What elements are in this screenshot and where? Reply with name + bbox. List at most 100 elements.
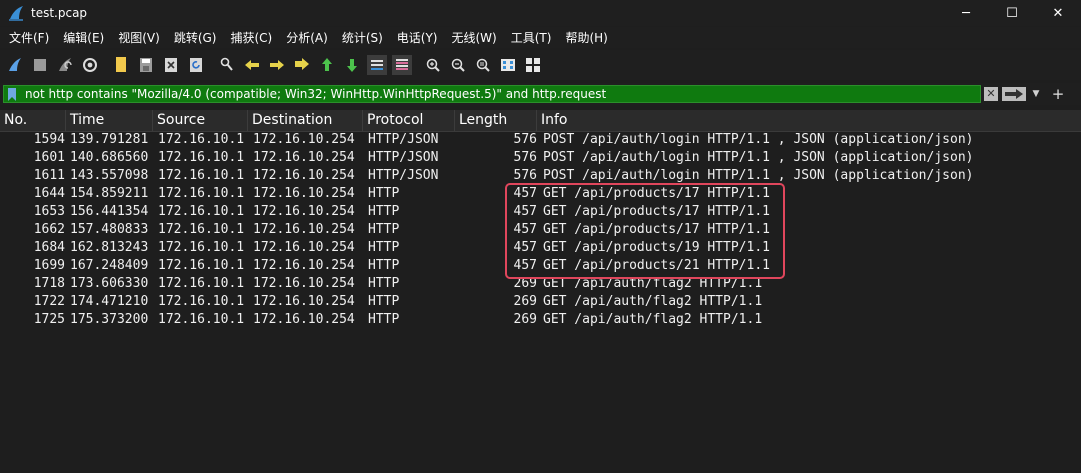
menu-capture[interactable]: 捕获(C) <box>221 29 277 46</box>
cell-destination: 172.16.10.254 <box>253 312 355 327</box>
cell-info: POST /api/auth/login HTTP/1.1 , JSON (ap… <box>543 132 974 147</box>
cell-length: 576 <box>513 132 537 147</box>
cell-time: 154.859211 <box>70 186 149 201</box>
cell-length: 457 <box>513 204 537 219</box>
go-to-packet-icon[interactable] <box>292 55 312 75</box>
cell-time: 139.791281 <box>70 132 149 147</box>
save-file-icon[interactable] <box>136 55 156 75</box>
filter-history-dropdown[interactable]: ▼ <box>1030 88 1042 100</box>
main-toolbar <box>0 50 1081 80</box>
column-header-destination[interactable]: Destination <box>248 110 363 131</box>
resize-columns-icon[interactable] <box>498 55 518 75</box>
table-row[interactable]: 1718 173.606330 172.16.10.1 172.16.10.25… <box>0 275 1081 293</box>
add-filter-button[interactable]: + <box>1049 85 1067 103</box>
cell-info: POST /api/auth/login HTTP/1.1 , JSON (ap… <box>543 150 974 165</box>
menu-bar: 文件(F) 编辑(E) 视图(V) 跳转(G) 捕获(C) 分析(A) 统计(S… <box>0 27 1081 48</box>
go-back-icon[interactable] <box>242 55 262 75</box>
column-header-length[interactable]: Length <box>455 110 537 131</box>
zoom-in-icon[interactable] <box>423 55 443 75</box>
table-row[interactable]: 1601 140.686560 172.16.10.1 172.16.10.25… <box>0 149 1081 167</box>
cell-no: 1601 <box>33 150 65 165</box>
cell-info: GET /api/products/19 HTTP/1.1 <box>543 240 770 255</box>
zoom-out-icon[interactable] <box>448 55 468 75</box>
arrow-right-icon <box>1005 89 1023 99</box>
title-bar: test.pcap ─ ☐ ✕ <box>0 0 1081 26</box>
cell-time: 143.557098 <box>70 168 149 183</box>
cell-length: 269 <box>513 294 537 309</box>
table-row[interactable]: 1684 162.813243 172.16.10.1 172.16.10.25… <box>0 239 1081 257</box>
cell-time: 140.686560 <box>70 150 149 165</box>
cell-destination: 172.16.10.254 <box>253 150 355 165</box>
cell-time: 156.441354 <box>70 204 149 219</box>
column-header-protocol[interactable]: Protocol <box>363 110 455 131</box>
go-forward-icon[interactable] <box>267 55 287 75</box>
cell-info: GET /api/auth/flag2 HTTP/1.1 <box>543 294 763 309</box>
reload-file-icon[interactable] <box>186 55 206 75</box>
layout-grid-icon[interactable] <box>523 55 543 75</box>
display-filter-input[interactable]: not http contains "Mozilla/4.0 (compatib… <box>3 85 981 103</box>
cell-source: 172.16.10.1 <box>158 240 245 255</box>
stop-capture-icon[interactable] <box>30 55 50 75</box>
capture-options-icon[interactable] <box>80 55 100 75</box>
table-row[interactable]: 1699 167.248409 172.16.10.1 172.16.10.25… <box>0 257 1081 275</box>
close-file-icon[interactable] <box>161 55 181 75</box>
table-row[interactable]: 1725 175.373200 172.16.10.1 172.16.10.25… <box>0 311 1081 329</box>
menu-go[interactable]: 跳转(G) <box>165 29 222 46</box>
cell-protocol: HTTP <box>368 294 400 309</box>
table-row[interactable]: 1594 139.791281 172.16.10.1 172.16.10.25… <box>0 131 1081 149</box>
cell-source: 172.16.10.1 <box>158 294 245 309</box>
clear-filter-button[interactable]: ✕ <box>984 87 998 101</box>
minimize-button[interactable]: ─ <box>943 0 989 26</box>
cell-length: 269 <box>513 276 537 291</box>
menu-telephony[interactable]: 电话(Y) <box>388 29 443 46</box>
bookmark-icon[interactable] <box>7 88 17 101</box>
cell-no: 1722 <box>33 294 65 309</box>
cell-source: 172.16.10.1 <box>158 312 245 327</box>
menu-file[interactable]: 文件(F) <box>0 29 54 46</box>
cell-destination: 172.16.10.254 <box>253 258 355 273</box>
cell-destination: 172.16.10.254 <box>253 240 355 255</box>
table-row[interactable]: 1662 157.480833 172.16.10.1 172.16.10.25… <box>0 221 1081 239</box>
go-first-icon[interactable] <box>317 55 337 75</box>
cell-length: 457 <box>513 240 537 255</box>
menu-tools[interactable]: 工具(T) <box>502 29 557 46</box>
start-capture-icon[interactable] <box>5 55 25 75</box>
cell-destination: 172.16.10.254 <box>253 186 355 201</box>
apply-filter-button[interactable] <box>1002 87 1026 101</box>
menu-view[interactable]: 视图(V) <box>109 29 165 46</box>
cell-destination: 172.16.10.254 <box>253 294 355 309</box>
cell-destination: 172.16.10.254 <box>253 204 355 219</box>
cell-length: 457 <box>513 258 537 273</box>
open-file-icon[interactable] <box>111 55 131 75</box>
cell-source: 172.16.10.1 <box>158 132 245 147</box>
packet-list-header: No. Time Source Destination Protocol Len… <box>0 110 1081 132</box>
column-header-no[interactable]: No. <box>0 110 66 131</box>
menu-help[interactable]: 帮助(H) <box>556 29 612 46</box>
auto-scroll-icon[interactable] <box>367 55 387 75</box>
cell-no: 1725 <box>33 312 65 327</box>
close-button[interactable]: ✕ <box>1035 0 1081 26</box>
maximize-button[interactable]: ☐ <box>989 0 1035 26</box>
table-row[interactable]: 1722 174.471210 172.16.10.1 172.16.10.25… <box>0 293 1081 311</box>
menu-edit[interactable]: 编辑(E) <box>54 29 109 46</box>
menu-analyze[interactable]: 分析(A) <box>277 29 333 46</box>
go-last-icon[interactable] <box>342 55 362 75</box>
menu-statistics[interactable]: 统计(S) <box>333 29 388 46</box>
cell-info: GET /api/products/21 HTTP/1.1 <box>543 258 770 273</box>
cell-info: GET /api/products/17 HTTP/1.1 <box>543 204 770 219</box>
restart-capture-icon[interactable] <box>55 55 75 75</box>
cell-source: 172.16.10.1 <box>158 186 245 201</box>
cell-length: 269 <box>513 312 537 327</box>
colorize-icon[interactable] <box>392 55 412 75</box>
column-header-time[interactable]: Time <box>66 110 153 131</box>
column-header-info[interactable]: Info <box>537 110 1081 131</box>
column-header-source[interactable]: Source <box>153 110 248 131</box>
table-row[interactable]: 1611 143.557098 172.16.10.1 172.16.10.25… <box>0 167 1081 185</box>
zoom-normal-icon[interactable] <box>473 55 493 75</box>
table-row[interactable]: 1644 154.859211 172.16.10.1 172.16.10.25… <box>0 185 1081 203</box>
find-packet-icon[interactable] <box>217 55 237 75</box>
cell-source: 172.16.10.1 <box>158 258 245 273</box>
table-row[interactable]: 1653 156.441354 172.16.10.1 172.16.10.25… <box>0 203 1081 221</box>
cell-length: 576 <box>513 168 537 183</box>
menu-wireless[interactable]: 无线(W) <box>443 29 502 46</box>
